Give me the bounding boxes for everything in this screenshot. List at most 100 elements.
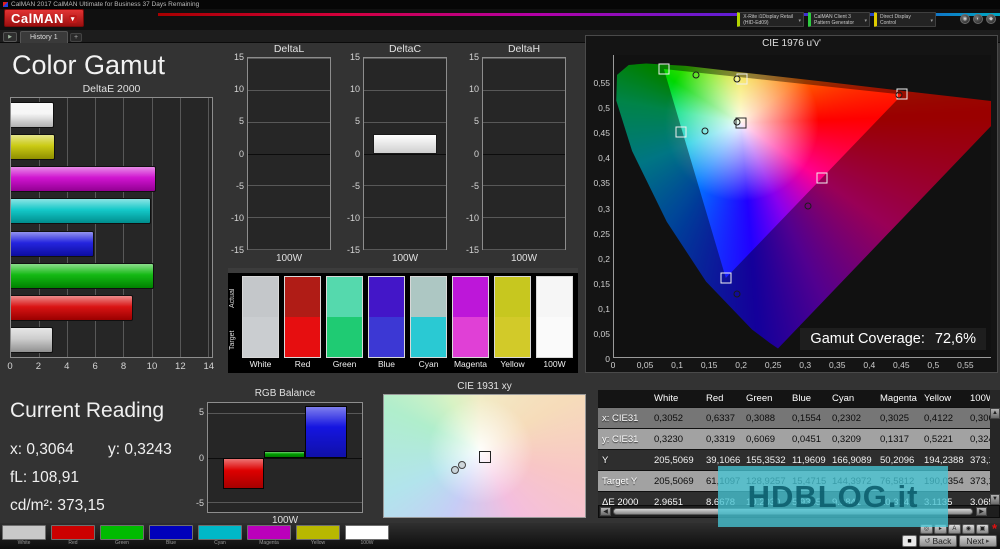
table-cell: 0,0451 (788, 429, 828, 449)
deltae-bar-green (11, 263, 154, 289)
palette-label: Blue (149, 540, 193, 547)
table-row: y: CIE310,32300,33190,60690,04510,32090,… (598, 429, 990, 450)
deltae-x-tick-label: 14 (203, 361, 214, 372)
rgb-y-tick-label: 0 (199, 453, 204, 463)
deltaL-gridline (248, 185, 330, 186)
cie1931-target-marker (479, 451, 491, 463)
deltaH-y-tick-label: 5 (474, 116, 479, 126)
palette-label: Magenta (247, 540, 291, 547)
deltaH-y-tick-label: -15 (466, 245, 479, 255)
mini-toolbar-button-5[interactable]: ▣ (976, 524, 989, 534)
table-header-cell: Red (702, 390, 742, 407)
tab-history-1[interactable]: History 1 (20, 31, 68, 43)
swatch-pair (284, 276, 321, 358)
cie1976-x-tick-label: 0,25 (765, 360, 782, 370)
deltac-x-label: 100W (363, 253, 447, 264)
palette-tile-white[interactable]: White (2, 525, 46, 547)
mini-toolbar-button-4[interactable]: ◉ (962, 524, 975, 534)
device-dropdown-1[interactable]: X-Rite i1Display Retail(HID-Ed09)▾ (737, 12, 804, 27)
swatch-pair (242, 276, 279, 358)
rgb-gridline (208, 502, 362, 503)
chevron-down-icon: ▾ (69, 15, 77, 23)
stop-button[interactable]: ■ (902, 535, 917, 547)
gamut-coverage-label: Gamut Coverage: (810, 331, 924, 347)
table-cell: 2,9651 (650, 492, 702, 505)
table-header-cell: Green (742, 390, 788, 407)
cie1976-chart: Gamut Coverage: 72,6% (613, 55, 991, 358)
scroll-up-button[interactable]: ▲ (990, 408, 1000, 419)
table-cell: 0,3088 (742, 408, 788, 428)
swatch-pair (536, 276, 573, 358)
header-round-button-3[interactable]: ◆ (986, 14, 996, 24)
swatch-pair (410, 276, 447, 358)
cie1976-y-tick-label: 0,15 (593, 279, 610, 289)
swatch-column-white: White (242, 276, 279, 371)
table-cell: 0,5221 (920, 429, 966, 449)
window-titlebar: CalMAN 2017 CalMAN Ultimate for Business… (0, 0, 1000, 9)
device-dropdown-2[interactable]: CalMAN Client 3Pattern Generator▾ (808, 12, 870, 27)
chevron-down-icon: ▾ (798, 18, 801, 24)
deltaC-bar (373, 134, 437, 154)
deltae-bar-blue (11, 231, 94, 257)
play-icon: ▶ (8, 34, 12, 40)
header-round-button-2[interactable]: ◐ (973, 14, 983, 24)
cie1976-y-tick-label: 0,1 (598, 304, 610, 314)
cie1931-chart (383, 394, 586, 518)
table-cell: 0,6069 (742, 429, 788, 449)
next-button[interactable]: Next ▸ (959, 535, 997, 547)
deltaL-y-tick-label: 5 (239, 116, 244, 126)
deltaH-y-tick-label: 0 (474, 149, 479, 159)
table-vertical-scrollbar[interactable]: ▲ ▼ (990, 390, 1000, 505)
rgb-bar-blue (305, 406, 347, 458)
header-round-button-1[interactable]: ◉ (960, 14, 970, 24)
calman-logo-menu[interactable]: CalMAN ▾ (4, 9, 84, 27)
target-marker-cyan (676, 127, 687, 138)
mini-toolbar-button-3[interactable]: A (948, 524, 961, 534)
cie1976-x-tick-label: 0,05 (637, 360, 654, 370)
deltae-bars (11, 98, 212, 357)
calman-logo-text: CalMAN (11, 11, 64, 26)
target-row-label: Target (229, 320, 241, 360)
play-button[interactable]: ▶ (3, 32, 17, 42)
palette-tile-magenta[interactable]: Magenta (247, 525, 291, 547)
table-cell: 205,5069 (650, 450, 702, 470)
hdblog-watermark: HDBLOG.it (718, 466, 948, 527)
reading-x: x: 0,3064 (10, 441, 74, 459)
scroll-down-button[interactable]: ▼ (990, 494, 1000, 505)
deltaC-y-tick-label: 5 (355, 116, 360, 126)
measured-marker-cyan (702, 127, 709, 134)
cie1976-x-axis: 00,050,10,150,20,250,30,350,40,450,50,55 (613, 360, 991, 372)
palette-color (296, 525, 340, 540)
scroll-right-button[interactable]: ▶ (976, 507, 987, 516)
cie1976-panel: CIE 1976 u'v' 00,050,10,150,20,250,30,35… (585, 35, 998, 373)
scroll-left-button[interactable]: ◀ (600, 507, 611, 516)
back-button[interactable]: ↺ Back (919, 535, 957, 547)
palette-tile-yellow[interactable]: Yellow (296, 525, 340, 547)
deltae-x-tick-label: 10 (147, 361, 158, 372)
rgb-balance-y-axis: 50-5 (184, 402, 205, 513)
table-header-row: WhiteRedGreenBlueCyanMagentaYellow100W (598, 390, 990, 408)
palette-tile-blue[interactable]: Blue (149, 525, 193, 547)
palette-tile-green[interactable]: Green (100, 525, 144, 547)
palette-color (51, 525, 95, 540)
device-dropdown-3[interactable]: Direct DisplayControl▾ (874, 12, 936, 27)
table-cell: 0,1317 (876, 429, 920, 449)
palette-label: Green (100, 540, 144, 547)
swatch-column-blue: Blue (368, 276, 405, 371)
pattern-palette: WhiteRed Green Blue Cyan Magenta Yellow100W (2, 525, 389, 547)
add-tab-button[interactable]: + (70, 33, 82, 42)
deltaL-gridline (248, 122, 330, 123)
swatch-pair (494, 276, 531, 358)
palette-tile-cyan[interactable]: Cyan (198, 525, 242, 547)
palette-tile-100w[interactable]: 100W (345, 525, 389, 547)
cie1976-x-tick-label: 0 (611, 360, 616, 370)
palette-tile-red[interactable]: Red (51, 525, 95, 547)
deltae-bar-magenta (11, 166, 156, 192)
swatch-name: Red (284, 358, 321, 371)
deltaC-y-tick-label: -15 (347, 245, 360, 255)
palette-color (100, 525, 144, 540)
chevron-down-icon: ▾ (864, 18, 867, 24)
device-sublabel: Control (880, 20, 925, 26)
header-round-buttons: ◉◐◆ (960, 14, 996, 24)
cie1976-y-tick-label: 0,05 (593, 329, 610, 339)
